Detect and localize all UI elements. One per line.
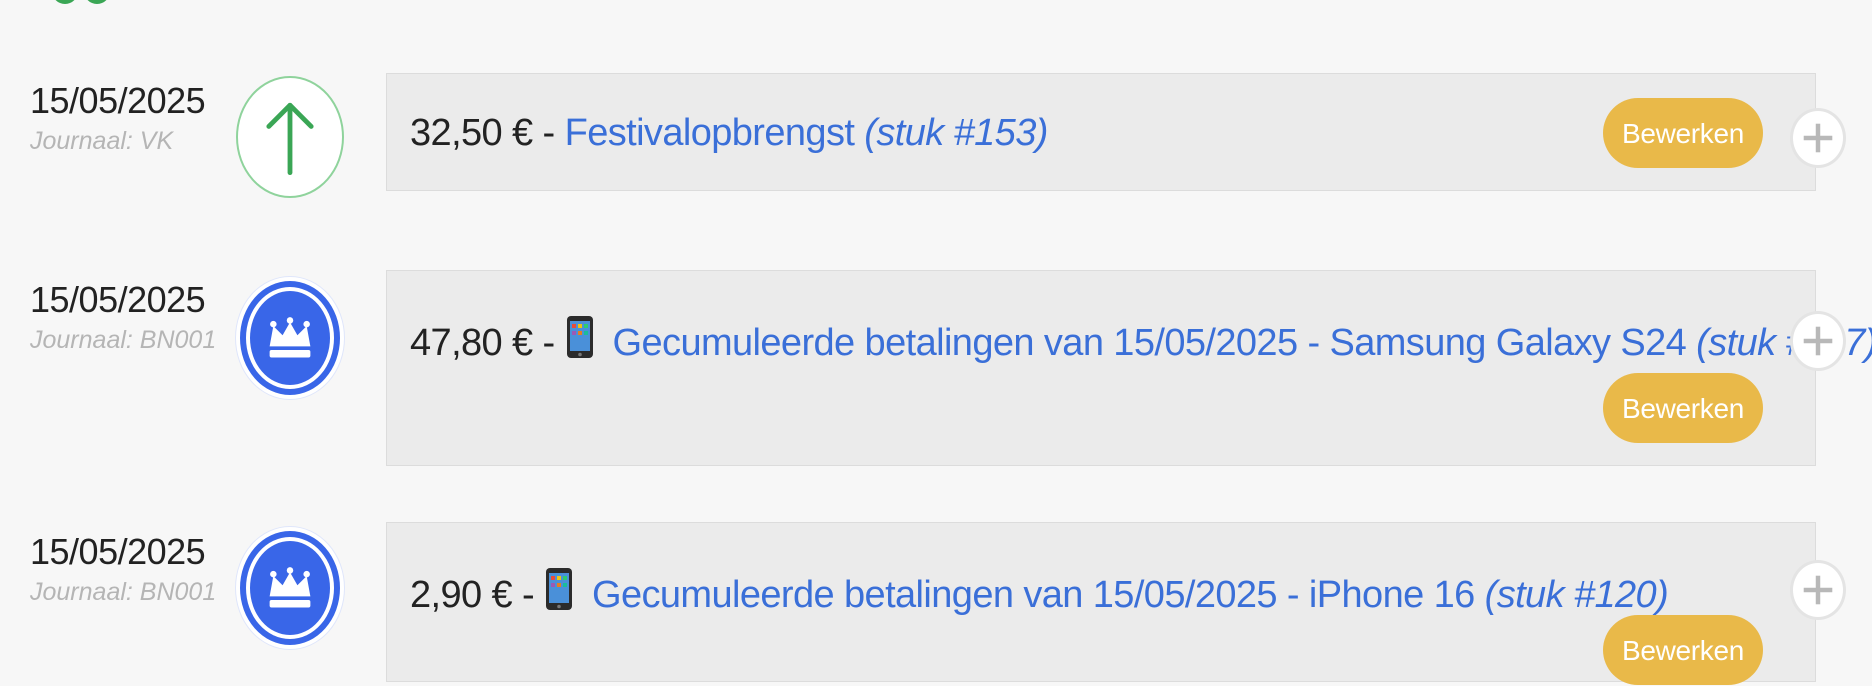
plus-icon — [1803, 326, 1833, 356]
plus-icon — [1803, 575, 1833, 605]
entry-piece-number[interactable]: (stuk #120) — [1485, 574, 1669, 616]
previous-entry-icon-partial — [52, 0, 110, 4]
entry-description-link[interactable]: Gecumuleerde betalingen van 15/05/2025 -… — [613, 322, 1687, 364]
edit-button[interactable]: Bewerken — [1603, 98, 1763, 168]
income-arrow-up-icon — [236, 76, 344, 198]
edit-button[interactable]: Bewerken — [1603, 615, 1763, 685]
entry-amount: 2,90 € - — [410, 574, 535, 616]
entry-date: 15/05/2025 — [30, 80, 206, 121]
phone-icon — [565, 315, 595, 369]
entry-description-link[interactable]: Gecumuleerde betalingen van 15/05/2025 -… — [592, 574, 1475, 616]
entry-journal: Journaal: BN001 — [30, 578, 217, 606]
add-plus-button[interactable] — [1790, 311, 1846, 371]
entry-card: 47,80 € - Gecumuleerde betalingen van 15… — [386, 270, 1872, 466]
phone-icon — [544, 567, 574, 621]
entry-amount: 32,50 € - — [410, 112, 555, 154]
entry-card: 32,50 € - Festivalopbrengst (stuk #153) … — [386, 73, 1816, 191]
add-plus-button[interactable] — [1790, 560, 1846, 620]
plus-icon — [1803, 123, 1833, 153]
add-plus-button[interactable] — [1790, 108, 1846, 168]
entry-date: 15/05/2025 — [30, 531, 206, 572]
entry-piece-number[interactable]: (stuk #153) — [864, 112, 1048, 154]
entry-date: 15/05/2025 — [30, 279, 206, 320]
entry-card: 2,90 € - Gecumuleerde betalingen van 15/… — [386, 522, 1816, 685]
edit-button[interactable]: Bewerken — [1603, 373, 1763, 443]
entry-journal: Journaal: VK — [30, 127, 174, 155]
entry-amount: 47,80 € - — [410, 322, 555, 364]
entry-journal: Journaal: BN001 — [30, 326, 217, 354]
crown-icon — [236, 277, 344, 399]
entry-description-link[interactable]: Festivalopbrengst — [565, 112, 855, 154]
crown-icon — [236, 527, 344, 649]
